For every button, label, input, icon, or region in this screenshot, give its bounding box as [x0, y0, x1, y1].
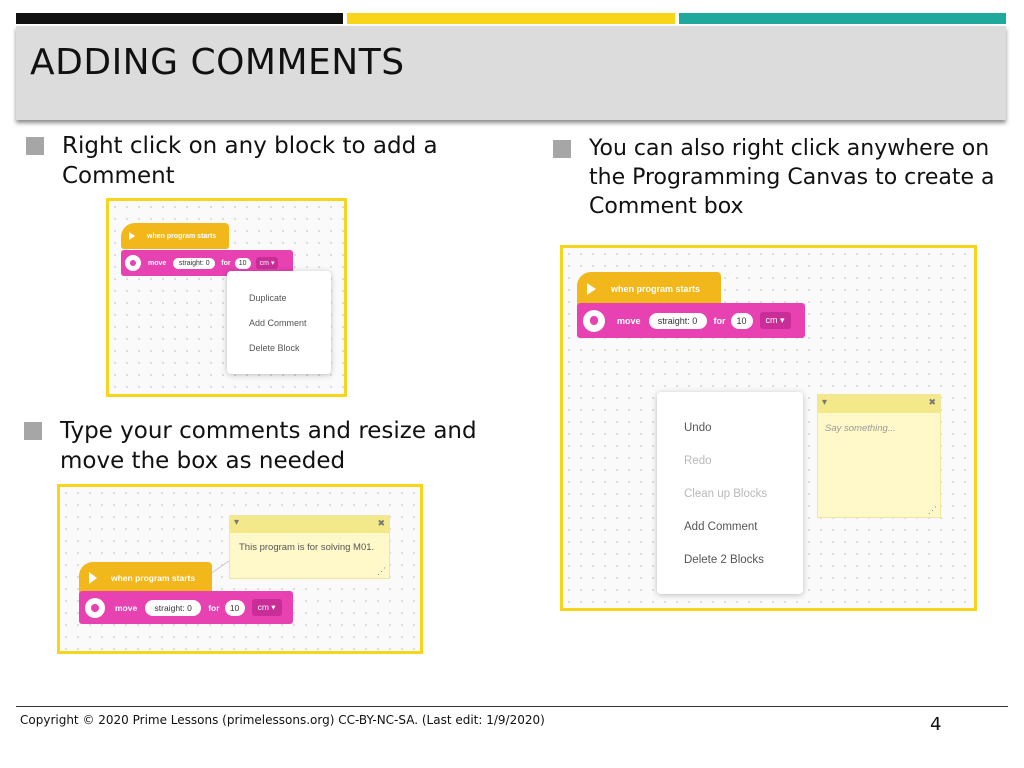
direction-input[interactable]: straight: 0 — [648, 312, 707, 329]
bullet-square-icon — [26, 137, 44, 155]
screenshot-comment-typed: ▾ ✖ This program is for solving M01. ⋰ w… — [57, 484, 423, 654]
for-label: for — [208, 602, 220, 613]
menu-item-duplicate[interactable]: Duplicate — [249, 293, 287, 303]
play-icon — [129, 232, 135, 240]
menu-item-delete-blocks[interactable]: Delete 2 Blocks — [684, 554, 764, 566]
comment-text[interactable]: This program is for solving M01. — [239, 542, 374, 553]
amount-input[interactable]: 10 — [224, 599, 245, 616]
comment-box-empty[interactable]: ▾ ✖ Say something... ⋰ — [817, 394, 941, 518]
bullet-square-icon — [553, 140, 571, 158]
menu-item-redo[interactable]: Redo — [684, 455, 712, 467]
menu-item-add-comment[interactable]: Add Comment — [684, 521, 758, 533]
collapse-icon[interactable]: ▾ — [822, 397, 827, 408]
title-banner: ADDING COMMENTS — [16, 26, 1006, 120]
bullet-square-icon — [24, 422, 42, 440]
unit-dropdown[interactable]: cm ▾ — [759, 312, 791, 329]
unit-label: cm — [765, 315, 778, 325]
chevron-down-icon: ▾ — [271, 602, 276, 612]
amount-input[interactable]: 10 — [730, 312, 753, 329]
move-block[interactable]: move straight: 0 for 10 cm ▾ — [577, 303, 805, 338]
unit-label: cm — [259, 260, 269, 267]
play-icon — [89, 572, 97, 584]
bullet-text: Type your comments and resize and move t… — [60, 418, 477, 474]
move-label: move — [617, 315, 641, 326]
motor-icon — [125, 255, 141, 271]
accent-bar-teal — [679, 13, 1006, 24]
comment-header[interactable]: ▾ ✖ — [230, 516, 389, 533]
hat-block-label: when program starts — [147, 232, 217, 240]
menu-item-undo[interactable]: Undo — [684, 422, 712, 434]
resize-handle-icon[interactable]: ⋰ — [928, 505, 937, 516]
menu-item-add-comment[interactable]: Add Comment — [249, 318, 307, 328]
when-program-starts-block[interactable]: when program starts — [79, 562, 212, 594]
screenshot-block-context-menu: when program starts move straight: 0 for… — [106, 198, 347, 397]
for-label: for — [221, 259, 231, 267]
motor-icon — [583, 309, 605, 332]
screenshot-canvas-context-menu: when program starts move straight: 0 for… — [560, 245, 977, 611]
play-icon — [587, 283, 596, 295]
unit-label: cm — [257, 602, 269, 612]
when-program-starts-block[interactable]: when program starts — [121, 223, 229, 249]
bullet-text: Right click on any block to add a Commen… — [62, 133, 438, 189]
for-label: for — [713, 315, 726, 326]
page-number: 4 — [930, 714, 942, 735]
accent-bar-black — [16, 13, 343, 24]
footer-divider — [16, 706, 1008, 707]
move-label: move — [115, 602, 138, 613]
close-icon[interactable]: ✖ — [928, 397, 936, 408]
resize-handle-icon[interactable]: ⋰ — [377, 566, 386, 577]
comment-input[interactable]: Say something... — [825, 423, 896, 434]
canvas-context-menu: Undo Redo Clean up Blocks Add Comment De… — [657, 392, 803, 594]
bullet-add-comment-block: Right click on any block to add a Commen… — [26, 131, 486, 191]
unit-dropdown[interactable]: cm ▾ — [255, 257, 279, 269]
accent-bar-yellow — [347, 13, 675, 24]
collapse-icon[interactable]: ▾ — [234, 517, 239, 528]
move-block[interactable]: move straight: 0 for 10 cm ▾ — [79, 591, 293, 624]
motor-icon — [85, 597, 105, 618]
chevron-down-icon: ▾ — [780, 315, 785, 325]
menu-item-delete-block[interactable]: Delete Block — [249, 343, 300, 353]
hat-block-label: when program starts — [611, 284, 701, 294]
direction-input[interactable]: straight: 0 — [173, 257, 216, 269]
comment-header[interactable]: ▾ ✖ — [818, 395, 940, 413]
bullet-add-comment-canvas: You can also right click anywhere on the… — [553, 134, 1013, 221]
menu-item-clean-up-blocks[interactable]: Clean up Blocks — [684, 488, 767, 500]
when-program-starts-block[interactable]: when program starts — [577, 272, 721, 306]
direction-input[interactable]: straight: 0 — [145, 599, 202, 616]
slide-title: ADDING COMMENTS — [30, 42, 405, 83]
chevron-down-icon: ▾ — [270, 260, 275, 267]
close-icon[interactable]: ✖ — [377, 518, 385, 529]
amount-input[interactable]: 10 — [234, 257, 251, 269]
bullet-type-comments: Type your comments and resize and move t… — [24, 416, 484, 476]
block-context-menu: Duplicate Add Comment Delete Block — [227, 271, 331, 374]
move-label: move — [148, 259, 167, 267]
hat-block-label: when program starts — [111, 573, 196, 583]
unit-dropdown[interactable]: cm ▾ — [251, 599, 282, 616]
copyright-notice: Copyright © 2020 Prime Lessons (primeles… — [20, 713, 545, 727]
comment-box-filled[interactable]: ▾ ✖ This program is for solving M01. ⋰ — [229, 515, 390, 579]
bullet-text: You can also right click anywhere on the… — [589, 136, 995, 219]
